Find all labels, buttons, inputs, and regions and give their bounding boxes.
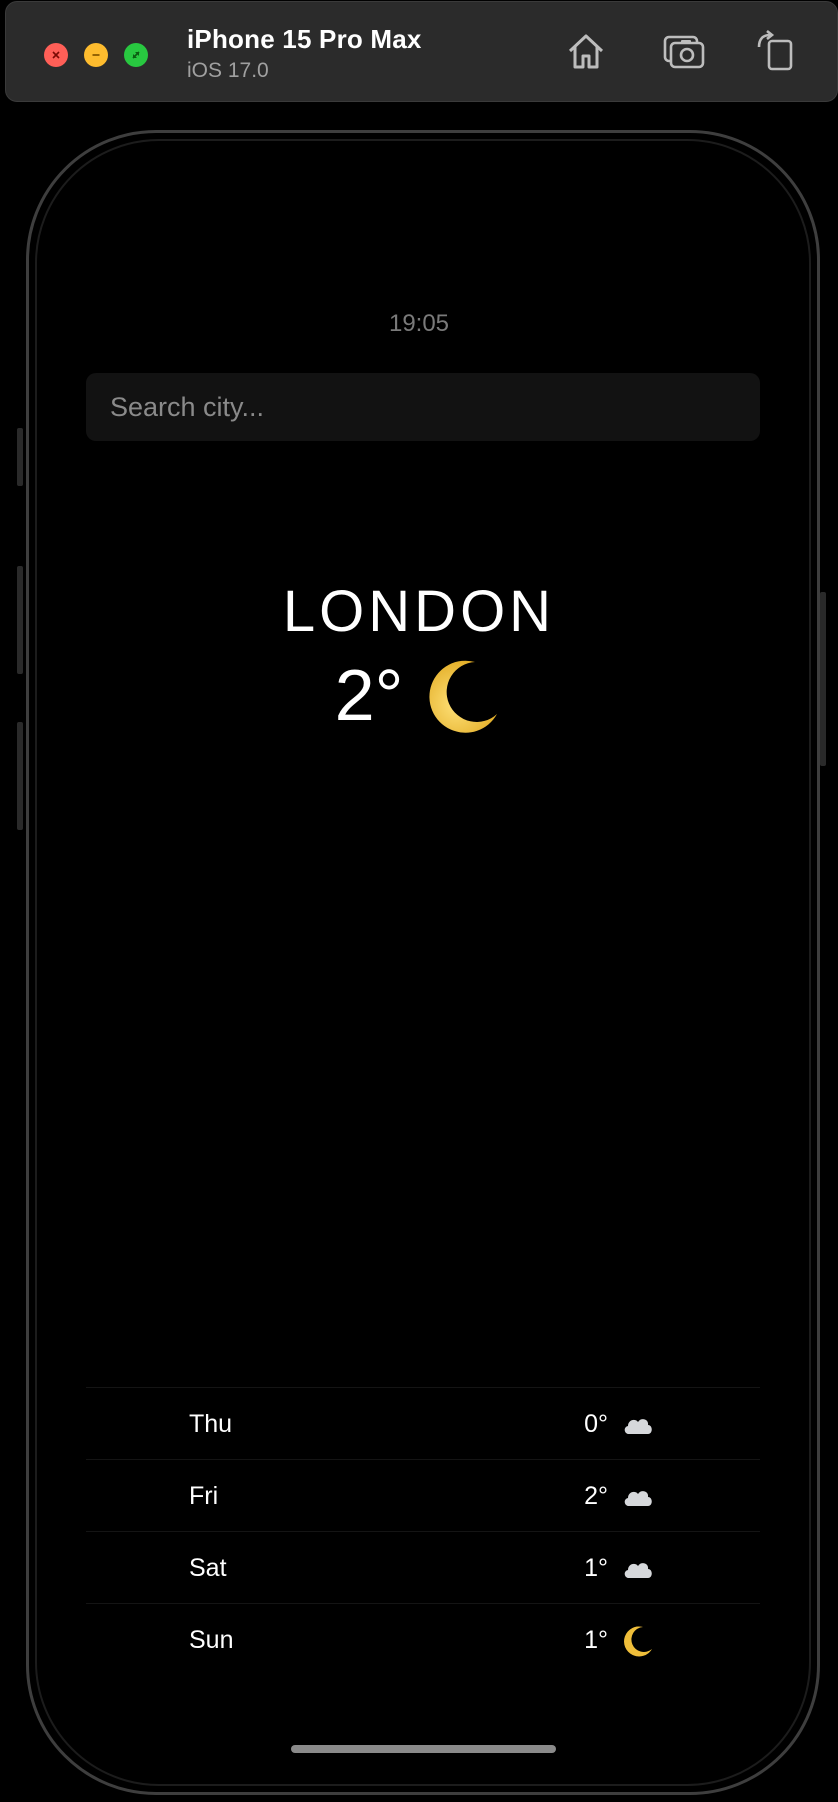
crescent-moon-icon: [423, 656, 503, 736]
cloud-icon: [621, 1480, 655, 1514]
forecast-temp: 0°: [584, 1410, 608, 1438]
cloud-icon: [621, 1552, 655, 1586]
screenshot-button[interactable]: [659, 26, 709, 76]
home-icon: [568, 34, 604, 69]
home-indicator[interactable]: [291, 1745, 556, 1753]
forecast-row-sat: Sat 1°: [86, 1531, 760, 1603]
home-button[interactable]: [561, 26, 611, 76]
city-name: LONDON: [282, 579, 556, 644]
forecast-temp: 2°: [584, 1482, 608, 1510]
forecast-temp: 1°: [584, 1626, 608, 1654]
forecast-row-fri: Fri 2°: [86, 1459, 760, 1531]
forecast-day: Sun: [189, 1626, 234, 1654]
forecast-day: Fri: [189, 1482, 219, 1510]
forecast-row-sun: Sun 1°: [86, 1603, 760, 1675]
device-name: iPhone 15 Pro Max: [187, 24, 422, 54]
rotate-icon: [757, 29, 793, 71]
forecast-list: Thu 0° Fri 2° Sat 1° Sun 1°: [86, 1387, 760, 1675]
rotate-button[interactable]: [750, 26, 800, 76]
minimize-window-button[interactable]: [84, 43, 108, 67]
forecast-day: Thu: [189, 1410, 233, 1438]
zoom-window-button[interactable]: [124, 43, 148, 67]
simulator-titlebar: iPhone 15 Pro Max iOS 17.0: [5, 1, 838, 102]
minimize-icon: [92, 54, 100, 56]
crescent-moon-icon: [621, 1624, 655, 1658]
forecast-row-thu: Thu 0°: [86, 1387, 760, 1459]
cloud-icon: [621, 1408, 655, 1442]
current-weather: 2°: [0, 655, 838, 737]
action-button: [17, 428, 23, 486]
forecast-day: Sat: [189, 1554, 227, 1582]
status-time: 19:05: [388, 310, 450, 337]
os-version: iOS 17.0: [187, 59, 269, 82]
close-window-button[interactable]: [44, 43, 68, 67]
zoom-icon: [132, 51, 140, 59]
screenshot-icon: [663, 35, 705, 69]
forecast-temp: 1°: [584, 1554, 608, 1582]
search-city-input[interactable]: [86, 373, 760, 441]
volume-down-button: [17, 722, 23, 830]
current-temperature: 2°: [334, 656, 404, 736]
close-icon: [52, 51, 60, 59]
